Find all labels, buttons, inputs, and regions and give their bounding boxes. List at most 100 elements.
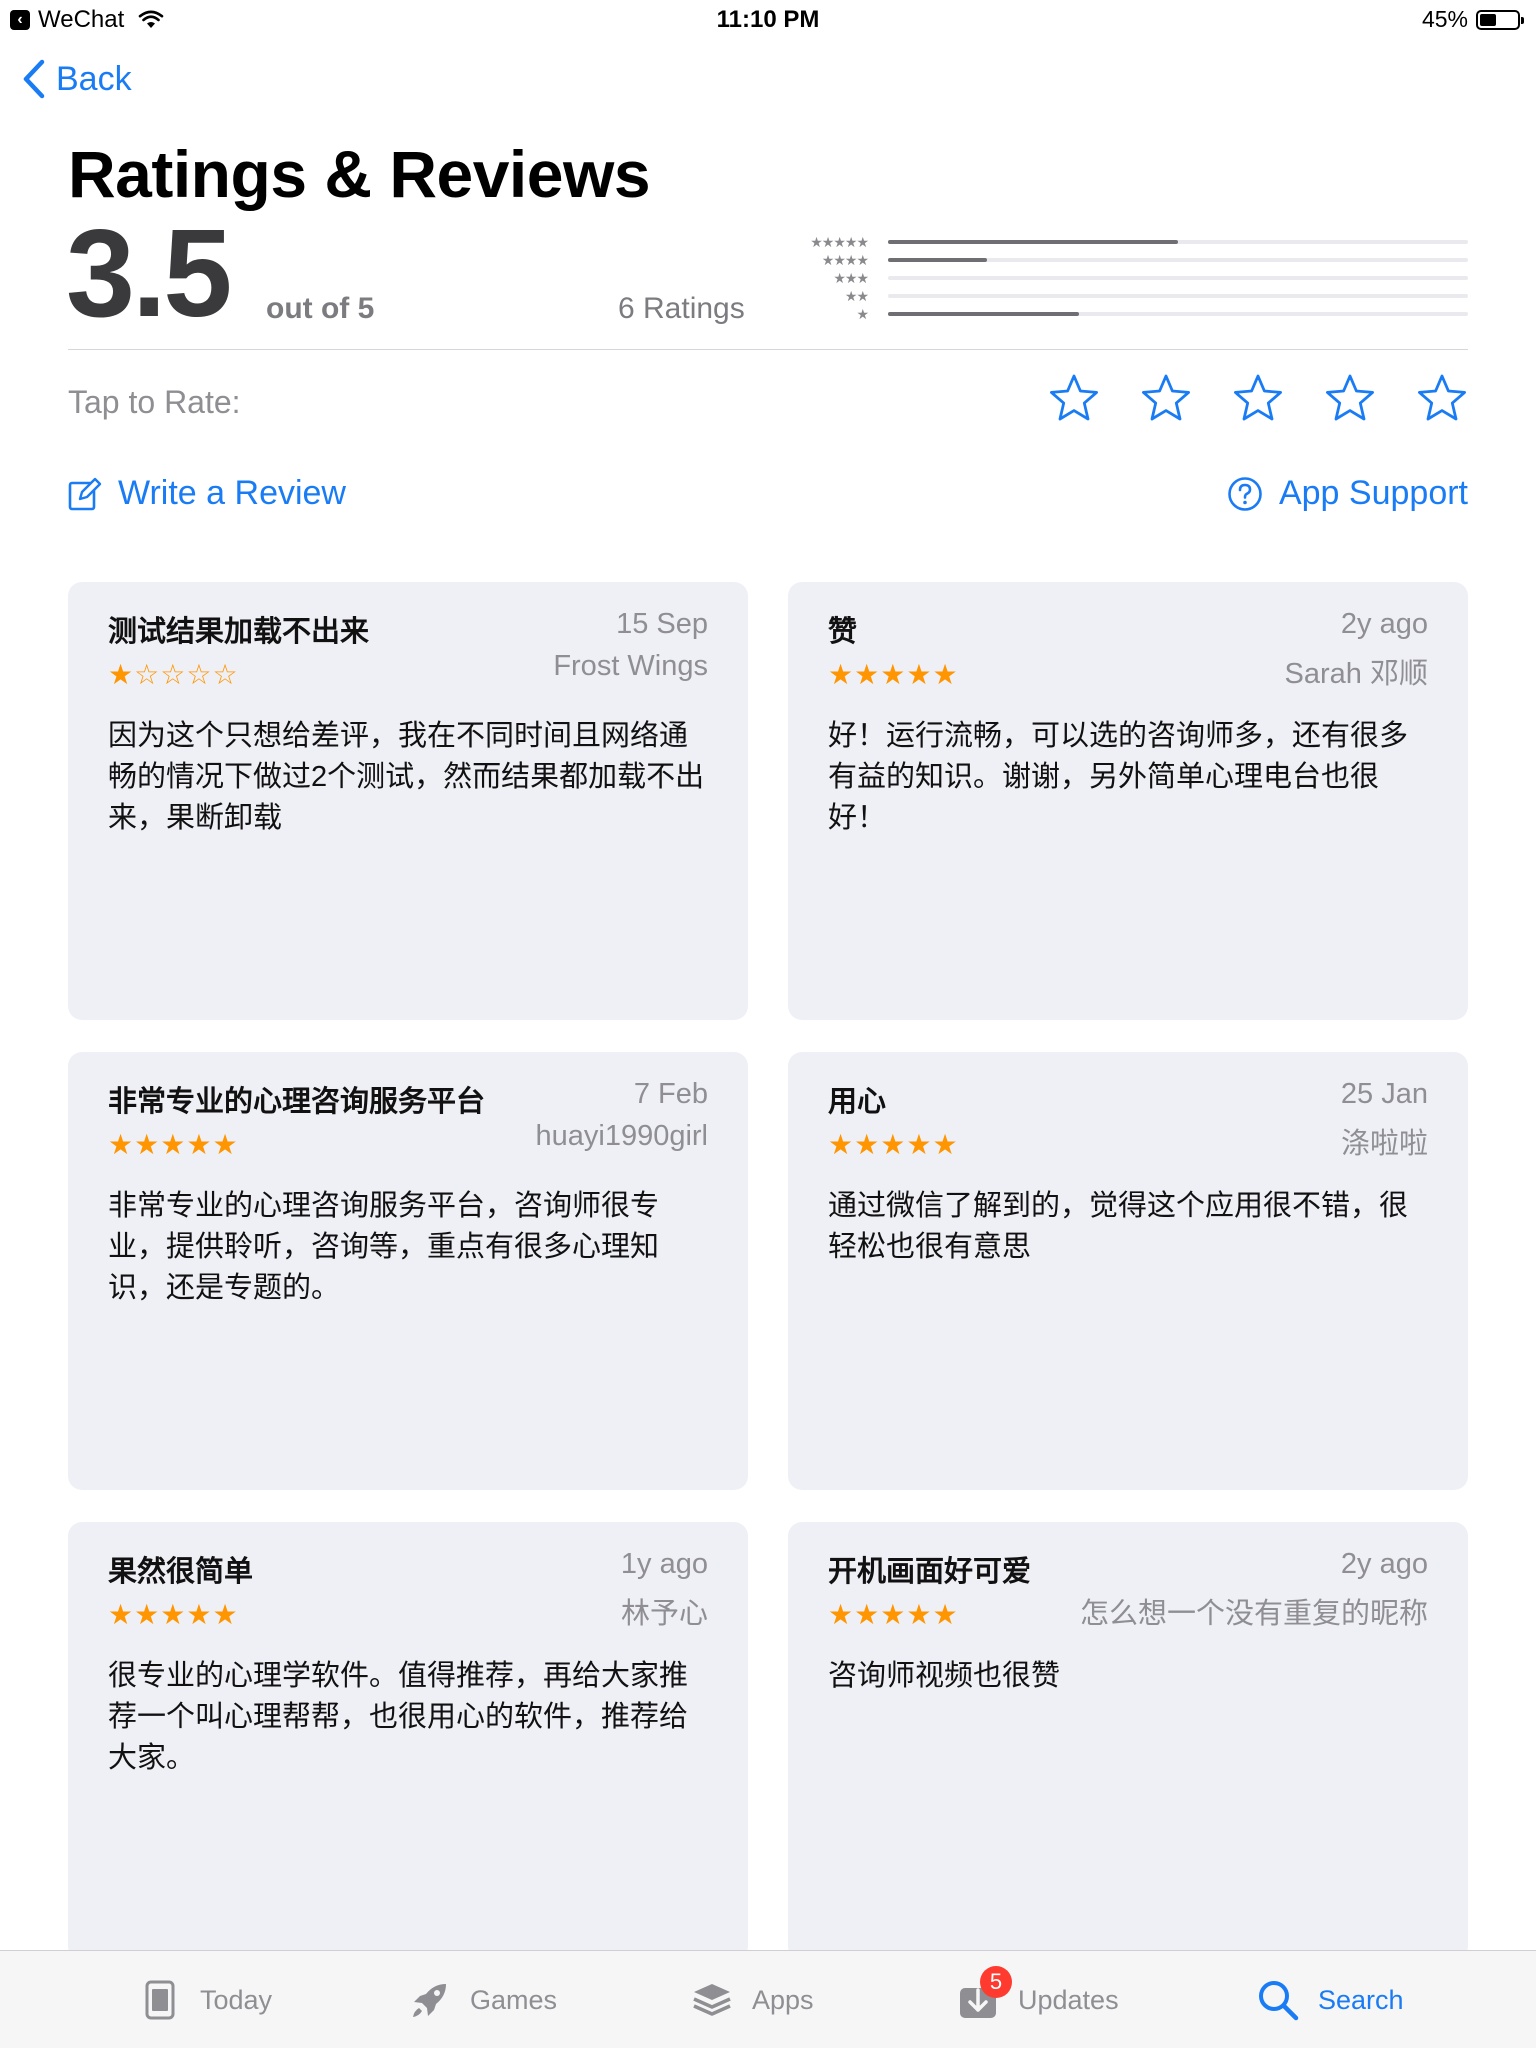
review-author: huayi1990girl xyxy=(535,1120,708,1152)
tab-games-label: Games xyxy=(470,1984,558,2015)
review-star-rating: ★★★★★ xyxy=(108,1600,708,1630)
histogram-bar xyxy=(888,240,1178,244)
rating-histogram: ★★★★★ ★★★★ ★★★ ★★ ★ xyxy=(780,234,1468,324)
status-time: 11:10 PM xyxy=(716,6,820,33)
review-author: 林予心 xyxy=(620,1598,708,1630)
histogram-track xyxy=(888,312,1468,316)
star-filled-icon: ★ xyxy=(134,1599,161,1630)
review-card[interactable]: 果然很简单 1y ago ★★★★★ 林予心 很专业的心理学软件。值得推荐，再给大家推荐… xyxy=(68,1522,748,1960)
review-date: 1y ago xyxy=(620,1548,708,1580)
star-filled-icon: ★ xyxy=(932,1599,959,1630)
star-outline-icon[interactable] xyxy=(1324,372,1376,424)
back-button[interactable]: Back xyxy=(22,58,132,100)
tap-to-rate-stars xyxy=(1048,372,1468,424)
status-right: 45% xyxy=(1421,6,1524,33)
review-title: 测试结果加载不出来 xyxy=(108,616,370,648)
histogram-row: ★ xyxy=(780,306,1468,324)
review-card[interactable]: 赞 2y ago ★★★★★ Sarah 邓顺 好！运行流畅，可以选的咨询师多，还有很多… xyxy=(788,582,1468,1020)
ratings-count: 6 Ratings xyxy=(618,292,745,325)
review-author: Sarah 邓顺 xyxy=(1284,658,1428,690)
write-review-label: Write a Review xyxy=(118,474,346,512)
tab-updates[interactable]: 5 Updates xyxy=(956,1951,1119,2048)
divider xyxy=(68,349,1468,350)
review-title: 赞 xyxy=(828,616,858,648)
review-body: 咨询师视频也很赞 xyxy=(828,1660,1061,1692)
app-support-label: App Support xyxy=(1278,474,1468,512)
histogram-row: ★★★★ xyxy=(780,252,1468,270)
apps-layers-icon xyxy=(693,1984,731,2016)
star-outline-icon[interactable] xyxy=(1232,372,1284,424)
review-title: 开机画面好可爱 xyxy=(828,1556,1032,1588)
star-filled-icon: ★ xyxy=(828,659,855,690)
back-label: Back xyxy=(56,59,132,98)
tab-updates-label: Updates xyxy=(1018,1984,1119,2015)
star-filled-icon: ★ xyxy=(134,1129,161,1160)
tab-today[interactable]: Today xyxy=(138,1951,272,2048)
review-body: 很专业的心理学软件。值得推荐，再给大家推荐一个叫心理帮帮，也很用心的软件，推荐给… xyxy=(108,1660,689,1774)
out-of-label: out of 5 xyxy=(266,292,375,325)
star-filled-icon: ★ xyxy=(212,1599,239,1630)
star-filled-icon: ★ xyxy=(160,1129,187,1160)
star-empty-icon: ☆ xyxy=(186,659,213,690)
review-date: 25 Jan xyxy=(1340,1078,1428,1110)
star-filled-icon: ★ xyxy=(906,1599,933,1630)
star-filled-icon: ★ xyxy=(880,1599,907,1630)
review-author: Frost Wings xyxy=(553,650,708,682)
histogram-stars-label: ★★★ xyxy=(833,270,869,286)
review-author: 怎么想一个没有重复的昵称 xyxy=(1079,1598,1428,1630)
write-review-button[interactable]: Write a Review xyxy=(68,474,346,513)
tab-apps-label: Apps xyxy=(752,1984,814,2015)
review-card[interactable]: 测试结果加载不出来 15 Sep ★☆☆☆☆ Frost Wings 因为这个只想给差评… xyxy=(68,582,748,1020)
histogram-row: ★★ xyxy=(780,288,1468,306)
updates-icon-wrap: 5 xyxy=(956,1966,1012,2022)
star-filled-icon: ★ xyxy=(906,659,933,690)
star-outline-icon[interactable] xyxy=(1048,372,1100,424)
review-body: 通过微信了解到的，觉得这个应用很不错，很轻松也很有意思 xyxy=(828,1190,1409,1263)
star-filled-icon: ★ xyxy=(108,1129,135,1160)
star-filled-icon: ★ xyxy=(108,1599,135,1630)
tab-search[interactable]: Search xyxy=(1256,1951,1404,2048)
review-card[interactable]: 用心 25 Jan ★★★★★ 涤啦啦 通过微信了解到的，觉得这个应用很不错，很轻松也很… xyxy=(788,1052,1468,1490)
star-empty-icon: ☆ xyxy=(212,659,239,690)
review-star-rating: ★★★★★ xyxy=(828,1130,1428,1160)
app-support-button[interactable]: App Support xyxy=(1227,474,1468,513)
review-body: 好！运行流畅，可以选的咨询师多，还有很多有益的知识。谢谢，另外简单心理电台也很好… xyxy=(828,720,1409,834)
star-empty-icon: ☆ xyxy=(134,659,161,690)
tab-apps[interactable]: Apps xyxy=(690,1951,814,2048)
star-outline-icon[interactable] xyxy=(1416,372,1468,424)
reviews-grid: 测试结果加载不出来 15 Sep ★☆☆☆☆ Frost Wings 因为这个只想给差评… xyxy=(68,582,1468,1960)
star-filled-icon: ★ xyxy=(880,1129,907,1160)
search-icon xyxy=(1259,1981,1299,2021)
star-filled-icon: ★ xyxy=(932,1129,959,1160)
star-filled-icon: ★ xyxy=(160,1599,187,1630)
histogram-stars-label: ★★ xyxy=(844,288,869,304)
question-circle-icon xyxy=(1228,476,1262,511)
histogram-stars-label: ★★★★ xyxy=(821,252,869,268)
star-filled-icon: ★ xyxy=(854,659,881,690)
star-filled-icon: ★ xyxy=(932,659,959,690)
status-bar: ‹ WeChat 11:10 PM 45% xyxy=(0,0,1536,40)
star-outline-icon[interactable] xyxy=(1140,372,1192,424)
star-empty-icon: ☆ xyxy=(160,659,187,690)
star-filled-icon: ★ xyxy=(186,1599,213,1630)
battery-percent: 45% xyxy=(1421,6,1468,32)
histogram-track xyxy=(888,276,1468,280)
page-title: Ratings & Reviews xyxy=(68,137,651,211)
battery-level xyxy=(1480,13,1497,26)
tab-bar: Today Games Apps 5 Updates Search xyxy=(0,1950,1536,2048)
star-filled-icon: ★ xyxy=(828,1129,855,1160)
tab-search-label: Search xyxy=(1318,1984,1404,2015)
histogram-row: ★★★ xyxy=(780,270,1468,288)
review-card[interactable]: 非常专业的心理咨询服务平台 7 Feb ★★★★★ huayi1990girl 非常专业… xyxy=(68,1052,748,1490)
histogram-track xyxy=(888,258,1468,262)
star-filled-icon: ★ xyxy=(212,1129,239,1160)
review-title: 果然很简单 xyxy=(108,1556,254,1588)
review-card[interactable]: 开机画面好可爱 2y ago ★★★★★ 怎么想一个没有重复的昵称 咨询师视频也很赞 xyxy=(788,1522,1468,1960)
average-score: 3.5 xyxy=(66,205,232,343)
tap-to-rate-label: Tap to Rate: xyxy=(68,384,241,420)
star-filled-icon: ★ xyxy=(854,1599,881,1630)
tab-games[interactable]: Games xyxy=(408,1951,557,2048)
star-filled-icon: ★ xyxy=(108,659,135,690)
star-filled-icon: ★ xyxy=(828,1599,855,1630)
chevron-left-icon xyxy=(23,59,45,99)
